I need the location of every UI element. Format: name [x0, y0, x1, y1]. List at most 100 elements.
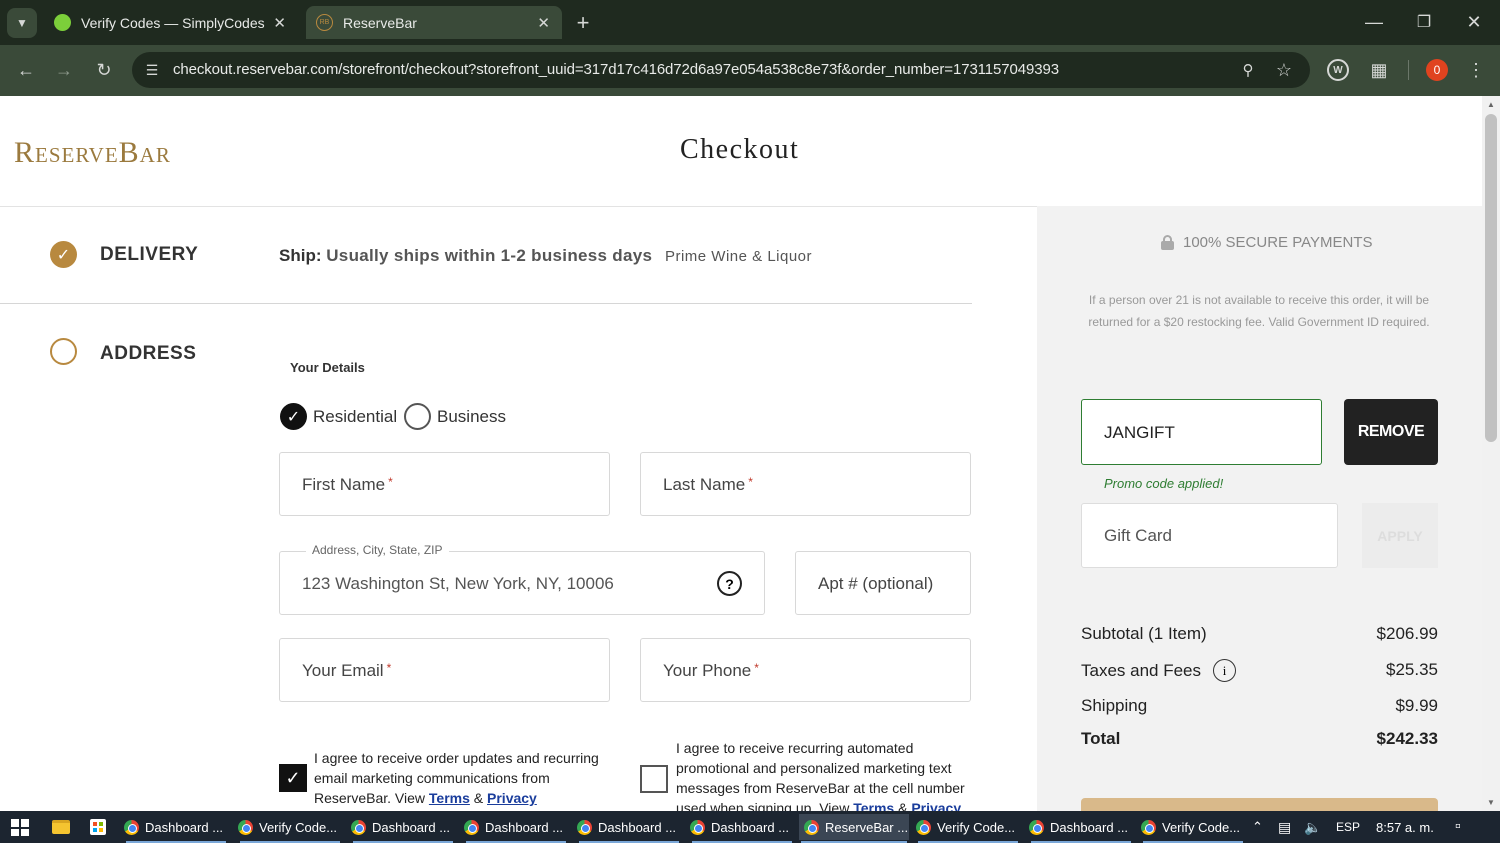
tab-title: ReserveBar: [343, 14, 417, 31]
gift-card-input[interactable]: Gift Card: [1081, 503, 1338, 568]
terms-link[interactable]: Terms: [429, 790, 470, 806]
notifications-icon[interactable]: ▫: [1455, 814, 1461, 840]
minimize-icon[interactable]: —: [1360, 8, 1388, 36]
scroll-up-icon[interactable]: ▲: [1484, 98, 1498, 110]
store-icon[interactable]: [90, 819, 106, 835]
taskbar-item-active[interactable]: ReserveBar ...: [799, 814, 909, 843]
reservebar-logo[interactable]: ReserveBar: [14, 136, 171, 170]
address-step-label: ADDRESS: [100, 343, 197, 364]
business-radio[interactable]: Business: [404, 403, 506, 430]
restore-icon[interactable]: ❐: [1410, 8, 1438, 36]
chrome-icon: [1029, 819, 1044, 835]
apt-field[interactable]: Apt # (optional): [795, 551, 971, 615]
secure-payments: 100% SECURE PAYMENTS: [1161, 234, 1373, 251]
close-window-icon[interactable]: ✕: [1460, 8, 1488, 36]
subtotal-label: Subtotal (1 Item): [1081, 624, 1207, 643]
taskbar-item[interactable]: Verify Code...: [238, 814, 342, 843]
taskbar-item[interactable]: Verify Code...: [916, 814, 1020, 843]
promo-code-input[interactable]: JANGIFT: [1081, 399, 1322, 465]
taskbar-item[interactable]: Dashboard ...: [124, 814, 228, 843]
residential-radio[interactable]: ✓ Residential: [280, 403, 397, 430]
ship-info: Ship: Usually ships within 1-2 business …: [279, 246, 812, 266]
file-explorer-icon[interactable]: [52, 820, 70, 834]
help-question-icon[interactable]: ?: [717, 571, 742, 596]
site-info-icon[interactable]: ☰: [140, 58, 164, 82]
chrome-icon: [804, 819, 819, 835]
clock[interactable]: 8:57 a. m.: [1376, 814, 1434, 840]
taxes-row-label: Taxes and Fees i: [1081, 659, 1237, 682]
first-name-placeholder: First Name: [302, 475, 386, 494]
location-icon[interactable]: ⚲: [1236, 58, 1260, 82]
your-details-heading: Your Details: [290, 360, 365, 375]
phone-placeholder: Your Phone: [663, 661, 752, 680]
language-indicator[interactable]: ESP: [1336, 814, 1360, 840]
chrome-icon: [351, 819, 366, 835]
taxes-value: $25.35: [1386, 660, 1438, 679]
sms-consent-text: I agree to receive recurring automated p…: [676, 738, 972, 811]
reload-icon[interactable]: ↻: [90, 56, 118, 84]
new-tab-button[interactable]: +: [570, 8, 596, 38]
scrollbar-thumb[interactable]: [1485, 114, 1497, 442]
taskbar-item[interactable]: Dashboard ...: [351, 814, 455, 843]
close-tab-icon[interactable]: ✕: [537, 14, 550, 32]
shipping-label: Shipping: [1081, 696, 1148, 715]
profile-badge[interactable]: 0: [1426, 59, 1448, 81]
chrome-icon: [238, 819, 253, 835]
last-name-field[interactable]: Last Name *: [640, 452, 971, 516]
shipping-value: $9.99: [1395, 696, 1438, 715]
simplycodes-favicon-icon: [54, 14, 71, 31]
email-consent-checkbox[interactable]: ✓: [279, 764, 307, 792]
page-viewport: ReserveBar Checkout ✓ DELIVERY Ship: Usu…: [0, 96, 1482, 811]
windows-start-icon[interactable]: [11, 819, 29, 836]
remove-promo-button[interactable]: REMOVE: [1344, 399, 1438, 465]
info-icon[interactable]: i: [1213, 659, 1237, 682]
ship-text: Usually ships within 1-2 business days: [326, 246, 653, 265]
chrome-icon: [577, 819, 592, 835]
taskbar-item[interactable]: Dashboard ...: [577, 814, 681, 843]
back-icon[interactable]: ←: [12, 56, 40, 84]
menu-kebab-icon[interactable]: ⋮: [1464, 56, 1488, 84]
terms-link[interactable]: Terms: [853, 800, 894, 811]
privacy-link[interactable]: Privacy: [911, 800, 961, 811]
tab-search-button[interactable]: ▼: [7, 8, 37, 38]
extension-w-icon[interactable]: W: [1327, 59, 1349, 81]
first-name-field[interactable]: First Name *: [279, 452, 610, 516]
forward-icon[interactable]: →: [50, 56, 78, 84]
email-consent-text: I agree to receive order updates and rec…: [314, 750, 599, 806]
required-mark: *: [748, 475, 753, 489]
sms-consent-checkbox[interactable]: [640, 765, 668, 793]
address-floating-label: Address, City, State, ZIP: [306, 543, 449, 557]
address-field[interactable]: Address, City, State, ZIP 123 Washington…: [279, 543, 765, 615]
page-title: Checkout: [680, 134, 800, 165]
network-icon[interactable]: ▤: [1278, 814, 1291, 840]
taskbar-item[interactable]: Dashboard ...: [690, 814, 794, 843]
phone-field[interactable]: Your Phone *: [640, 638, 971, 702]
tab-verify-codes[interactable]: Verify Codes — SimplyCodes ✕: [44, 6, 298, 39]
close-tab-icon[interactable]: ✕: [273, 14, 286, 32]
tab-reservebar[interactable]: RB ReserveBar ✕: [306, 6, 562, 39]
bookmark-star-icon[interactable]: ☆: [1272, 58, 1296, 82]
promo-applied-message: Promo code applied!: [1104, 476, 1224, 491]
url-text[interactable]: checkout.reservebar.com/storefront/check…: [173, 61, 1059, 78]
tray-chevron-icon[interactable]: ⌃: [1252, 814, 1263, 840]
residential-label: Residential: [313, 406, 398, 426]
business-label: Business: [437, 406, 506, 426]
scroll-down-icon[interactable]: ▼: [1484, 796, 1498, 808]
address-value: 123 Washington St, New York, NY, 10006: [302, 574, 614, 593]
taskbar-item[interactable]: Dashboard ...: [464, 814, 568, 843]
apply-gift-button[interactable]: APPLY: [1362, 503, 1438, 568]
taskbar-item[interactable]: Verify Code...: [1141, 814, 1245, 843]
taskbar-item[interactable]: Dashboard ...: [1029, 814, 1133, 843]
email-field[interactable]: Your Email *: [279, 638, 610, 702]
extensions-puzzle-icon[interactable]: ▦: [1366, 57, 1392, 83]
volume-icon[interactable]: 🔈: [1304, 814, 1321, 840]
privacy-link[interactable]: Privacy: [487, 790, 537, 806]
taxes-label: Taxes and Fees: [1081, 660, 1202, 680]
lock-icon: [1161, 235, 1174, 250]
omnibox[interactable]: ☰ checkout.reservebar.com/storefront/che…: [132, 52, 1310, 88]
chrome-icon: [1141, 819, 1156, 835]
step-divider: [0, 303, 972, 304]
place-order-button[interactable]: [1081, 798, 1438, 811]
required-mark: *: [386, 661, 392, 675]
delivery-step-label: DELIVERY: [100, 244, 199, 265]
